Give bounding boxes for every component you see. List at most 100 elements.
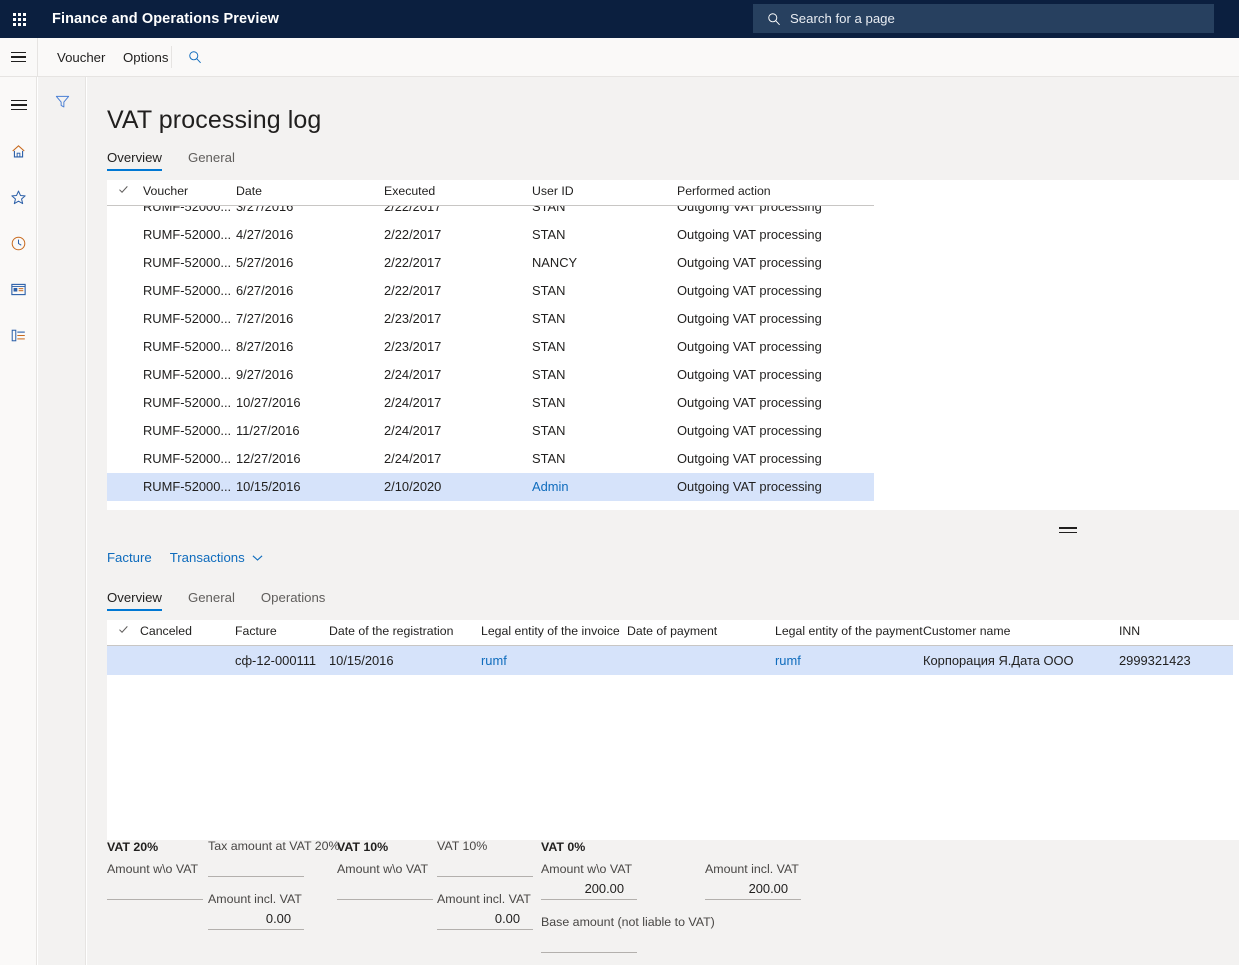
cell-legal-entity-invoice[interactable]: rumf	[481, 653, 507, 668]
cell-voucher: RUMF-52000...	[143, 339, 231, 354]
page-title: VAT processing log	[107, 106, 321, 135]
cell-user-id[interactable]: Admin	[532, 479, 569, 494]
cell-performed-action: Outgoing VAT processing	[677, 395, 822, 410]
cell-date: 6/27/2016	[236, 283, 293, 298]
tab-general[interactable]: General	[188, 147, 235, 171]
column-header-legal-entity-payment[interactable]: Legal entity of the payment	[775, 624, 923, 638]
column-header-customer-name[interactable]: Customer name	[923, 624, 1010, 638]
transactions-menu[interactable]: Transactions	[170, 550, 263, 565]
vat-2-right-0-input[interactable]: 200.00	[705, 879, 801, 900]
cell-user-id: STAN	[532, 451, 565, 466]
column-header-performed-action[interactable]: Performed action	[677, 184, 771, 198]
cell-executed: 2/22/2017	[384, 255, 441, 270]
table-row[interactable]: RUMF-52000...3/27/20162/22/2017STANOutgo…	[107, 206, 874, 221]
vat-group-title: VAT 10%	[337, 840, 388, 854]
table-row[interactable]: RUMF-52000...12/27/20162/24/2017STANOutg…	[107, 445, 874, 473]
nav-expand-icon[interactable]	[0, 86, 37, 124]
star-icon[interactable]	[0, 178, 37, 216]
hamburger-menu-icon[interactable]	[0, 38, 37, 76]
vat-1-left-0-input[interactable]	[337, 879, 433, 900]
facture-link[interactable]: Facture	[107, 550, 152, 565]
workspace-icon[interactable]	[0, 270, 37, 308]
cell-user-id: STAN	[532, 423, 565, 438]
detail-grid-header-row: Canceled Facture Date of the registratio…	[107, 620, 1233, 646]
cell-executed: 2/24/2017	[384, 395, 441, 410]
vat-0-left-0-label: Amount w\o VAT	[107, 862, 203, 876]
grid-body[interactable]: RUMF-52000...3/27/20162/22/2017STANOutgo…	[107, 206, 874, 501]
table-row[interactable]: RUMF-52000...10/15/20162/10/2020AdminOut…	[107, 473, 874, 501]
column-header-date-of-registration[interactable]: Date of the registration	[329, 624, 453, 638]
column-header-user-id[interactable]: User ID	[532, 184, 574, 198]
filter-icon[interactable]	[50, 89, 74, 113]
chevron-down-icon	[252, 554, 263, 562]
cell-performed-action: Outgoing VAT processing	[677, 227, 822, 242]
column-header-inn[interactable]: INN	[1119, 624, 1140, 638]
column-header-date-of-payment[interactable]: Date of payment	[627, 624, 717, 638]
column-header-date[interactable]: Date	[236, 184, 262, 198]
vat-1-right-0-label: VAT 10%	[437, 839, 533, 853]
vat-0-left-0-field: Amount w\o VAT	[107, 862, 203, 900]
detail-select-all-checkmark-icon[interactable]	[118, 624, 129, 638]
table-row[interactable]: RUMF-52000...4/27/20162/22/2017STANOutgo…	[107, 221, 874, 249]
select-all-checkmark-icon[interactable]	[118, 184, 129, 198]
detail-tab-general[interactable]: General	[188, 587, 235, 611]
list-icon[interactable]	[0, 316, 37, 354]
vat-2-right-0-label: Amount incl. VAT	[705, 862, 801, 876]
table-row[interactable]: RUMF-52000...8/27/20162/23/2017STANOutgo…	[107, 333, 874, 361]
options-menu-button[interactable]: Options	[110, 38, 181, 76]
cell-voucher: RUMF-52000...	[143, 255, 231, 270]
top-navigation-bar: Finance and Operations Preview Search fo…	[0, 0, 1239, 38]
table-row[interactable]: сф-12-00011110/15/2016rumfrumfКорпорация…	[107, 646, 1233, 675]
command-search-icon[interactable]	[183, 38, 207, 76]
app-launcher-icon[interactable]	[0, 0, 38, 38]
table-row[interactable]: RUMF-52000...5/27/20162/22/2017NANCYOutg…	[107, 249, 874, 277]
table-row[interactable]: RUMF-52000...11/27/20162/24/2017STANOutg…	[107, 417, 874, 445]
column-header-facture[interactable]: Facture	[235, 624, 277, 638]
cell-performed-action: Outgoing VAT processing	[677, 283, 822, 298]
detail-tab-operations[interactable]: Operations	[261, 587, 326, 611]
column-header-legal-entity-invoice[interactable]: Legal entity of the invoice	[481, 624, 620, 638]
vat-2-left-1-input[interactable]	[541, 932, 637, 953]
cell-customer-name: Корпорация Я.Дата ООО	[923, 653, 1074, 668]
detail-grid-body[interactable]: сф-12-00011110/15/2016rumfrumfКорпорация…	[107, 646, 1233, 675]
app-title: Finance and Operations Preview	[52, 11, 279, 27]
vat-1-right-0-input[interactable]	[437, 856, 533, 877]
page-canvas: VAT processing log Overview General Vouc…	[87, 77, 1239, 965]
tab-overview[interactable]: Overview	[107, 147, 162, 171]
cell-performed-action: Outgoing VAT processing	[677, 423, 822, 438]
vat-group-title: VAT 0%	[541, 840, 585, 854]
cell-legal-entity-payment[interactable]: rumf	[775, 653, 801, 668]
column-header-canceled[interactable]: Canceled	[140, 624, 192, 638]
vat-2-left-1-label: Base amount (not liable to VAT)	[541, 915, 637, 929]
vat-2-left-0-input[interactable]: 200.00	[541, 879, 637, 900]
column-header-executed[interactable]: Executed	[384, 184, 435, 198]
table-row[interactable]: RUMF-52000...6/27/20162/22/2017STANOutgo…	[107, 277, 874, 305]
table-row[interactable]: RUMF-52000...7/27/20162/23/2017STANOutgo…	[107, 305, 874, 333]
cell-date: 10/27/2016	[236, 395, 301, 410]
voucher-menu-button[interactable]: Voucher	[44, 38, 118, 76]
column-header-voucher[interactable]: Voucher	[143, 184, 188, 198]
splitter-handle-icon[interactable]	[1059, 524, 1077, 536]
filter-pane-strip	[38, 77, 86, 965]
table-row[interactable]: RUMF-52000...10/27/20162/24/2017STANOutg…	[107, 389, 874, 417]
table-row[interactable]: RUMF-52000...9/27/20162/24/2017STANOutgo…	[107, 361, 874, 389]
vat-0-right-0-input[interactable]	[208, 856, 304, 877]
vat-1-right-1-label: Amount incl. VAT	[437, 892, 533, 906]
vat-0-right-1-input[interactable]: 0.00	[208, 909, 304, 930]
vat-2-right-0-field: Amount incl. VAT 200.00	[705, 862, 801, 900]
global-search-input[interactable]: Search for a page	[753, 4, 1214, 33]
clock-icon[interactable]	[0, 224, 37, 262]
cell-voucher: RUMF-52000...	[143, 283, 231, 298]
vat-1-right-1-input[interactable]: 0.00	[437, 909, 533, 930]
cell-user-id: STAN	[532, 227, 565, 242]
vat-1-right-1-field: Amount incl. VAT 0.00	[437, 892, 533, 930]
cell-voucher: RUMF-52000...	[143, 311, 231, 326]
detail-tab-overview[interactable]: Overview	[107, 587, 162, 611]
cell-performed-action: Outgoing VAT processing	[677, 206, 822, 214]
cell-date: 4/27/2016	[236, 227, 293, 242]
vat-0-left-0-input[interactable]	[107, 879, 203, 900]
vat-1-left-0-field: Amount w\o VAT	[337, 862, 433, 900]
cell-performed-action: Outgoing VAT processing	[677, 451, 822, 466]
facture-detail-grid: Canceled Facture Date of the registratio…	[107, 620, 1239, 840]
home-icon[interactable]	[0, 132, 37, 170]
